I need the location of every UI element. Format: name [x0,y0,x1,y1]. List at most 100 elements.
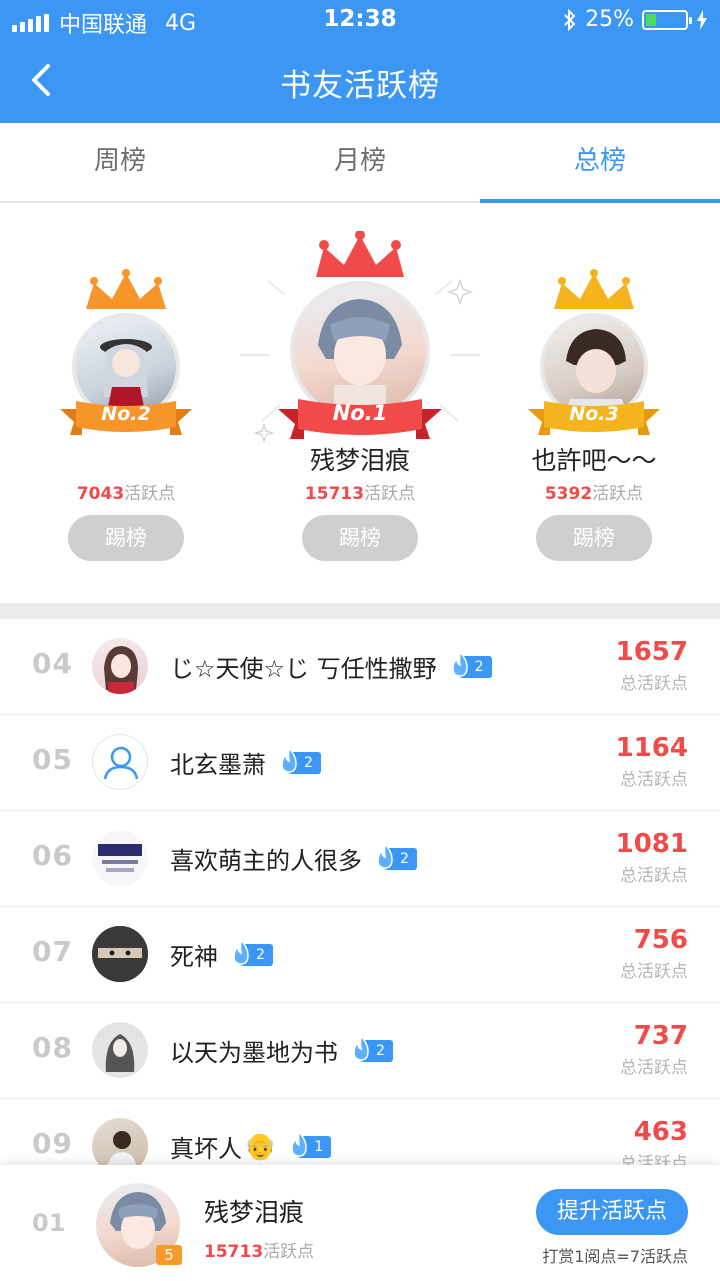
flame-icon [233,937,249,965]
my-name: 残梦泪痕 [204,1198,305,1227]
podium-name: 也許吧～～ [531,446,657,475]
row-name: 死神 2 [170,937,273,972]
row-name: じ☆天使☆じ 丂任性撒野 2 [170,649,492,684]
table-row[interactable]: 05 北玄墨萧 2 1164 总活跃点 [0,715,720,811]
charging-icon [697,9,707,30]
fan-level-badge: 5 [156,1245,182,1265]
podium-score: 15713活跃点 [304,484,416,504]
table-row[interactable]: 07 死神 2 756 总活跃点 [0,907,720,1003]
podium-first: No.1 残梦泪痕 15713活跃点 踢榜 [240,205,480,603]
level-number: 2 [474,658,484,675]
boost-note: 打赏1阅点=7活跃点 [542,1247,688,1266]
kick-button[interactable]: 踢榜 [302,515,418,561]
kick-button[interactable]: 踢榜 [68,515,184,561]
user-name: 喜欢萌主的人很多 [170,847,362,875]
row-score: 737 总活跃点 [620,1021,688,1078]
avatar[interactable] [92,734,148,790]
user-name: 北玄墨萧 [170,751,266,779]
user-name: 以天为墨地为书 [170,1039,338,1067]
avatar[interactable] [92,830,148,886]
score-label: 总活跃点 [620,770,688,790]
tab-total[interactable]: 总榜 [480,123,720,203]
podium-second: No.2 7043活跃点 踢榜 [6,205,246,603]
level-number: 2 [376,1042,385,1059]
ribbon-label: No.3 [569,403,619,425]
ink-portrait-avatar-icon [105,1034,135,1072]
score-value: 1657 [615,637,688,667]
crown-icon [86,269,166,309]
score-value: 737 [633,1021,688,1051]
ranking-list: 04 じ☆天使☆じ 丂任性撒野 2 1657 总活跃点 05 北玄墨萧 2 11… [0,619,720,1195]
tab-monthly[interactable]: 月榜 [240,123,480,201]
tab-weekly[interactable]: 周榜 [0,123,240,201]
section-divider [0,603,720,619]
ninja-avatar-icon [92,926,148,982]
level-number: 1 [314,1138,324,1155]
score-value: 1164 [615,733,688,763]
crown-icon [316,231,404,277]
table-row[interactable]: 08 以天为墨地为书 2 737 总活跃点 [0,1003,720,1099]
rank-number: 04 [32,647,73,680]
user-name: 真坏人 [170,1135,242,1163]
row-score: 756 总活跃点 [620,925,688,982]
avatar[interactable] [92,638,148,694]
status-bar: 中国联通 4G 12:38 25% [0,0,720,40]
rank-number: 07 [32,935,73,968]
table-row[interactable]: 04 じ☆天使☆じ 丂任性撒野 2 1657 总活跃点 [0,619,720,715]
score-label: 总活跃点 [620,1058,688,1078]
level-badge: 1 [291,1129,332,1158]
level-badge: 2 [281,745,321,774]
battery-percent: 25% [585,7,634,32]
podium: No.2 7043活跃点 踢榜 No.1 残梦泪痕 15713活跃点 踢榜 No… [0,205,720,603]
flame-icon [353,1033,369,1061]
row-score: 1081 总活跃点 [616,829,688,886]
kick-button[interactable]: 踢榜 [536,515,652,561]
row-name: 喜欢萌主的人很多 2 [170,841,417,876]
flame-icon [291,1129,308,1157]
battery-fill [646,13,656,26]
row-name: 以天为墨地为书 2 [170,1033,393,1068]
level-badge: 2 [451,649,492,678]
flame-icon [281,745,297,773]
boost-button[interactable]: 提升活跃点 [536,1189,688,1235]
score-label: 总活跃点 [620,962,688,982]
flame-icon [377,841,393,869]
my-score: 15713活跃点 [204,1242,315,1262]
user-name: じ☆天使☆じ 丂任性撒野 [170,655,437,683]
ribbon-label: No.1 [332,401,388,425]
user-name: 死神 [170,943,218,971]
level-number: 2 [256,946,265,963]
level-badge: 2 [353,1033,393,1062]
crown-icon [554,269,634,309]
rank-number: 08 [32,1031,73,1064]
rank-number: 06 [32,839,73,872]
level-number: 2 [400,850,409,867]
avatar[interactable] [92,1022,148,1078]
row-score: 1164 总活跃点 [616,733,688,790]
girl-avatar-icon [104,646,138,694]
tab-bar: 周榜 月榜 总榜 [0,123,720,203]
bluetooth-icon [564,8,576,31]
rank-number: 05 [32,743,73,776]
avatar[interactable] [92,926,148,982]
table-row[interactable]: 06 喜欢萌主的人很多 2 1081 总活跃点 [0,811,720,907]
score-label: 总活跃点 [620,866,688,886]
row-score: 1657 总活跃点 [616,637,688,694]
podium-name: 残梦泪痕 [309,446,410,475]
my-rank-number: 01 [32,1209,66,1237]
default-user-icon [103,746,139,780]
nav-bar: 书友活跃榜 [0,40,720,123]
my-rank-bar: 01 5 残梦泪痕 15713活跃点 提升活跃点 打赏1阅点=7活跃点 [0,1165,720,1281]
score-value: 756 [633,925,688,955]
level-number: 2 [304,754,313,771]
ribbon-label: No.2 [101,403,151,425]
score-value: 463 [633,1117,688,1147]
row-name: 真坏人 👴 1 [170,1129,332,1164]
emoji-icon: 👴 [244,1131,277,1162]
row-name: 北玄墨萧 2 [170,745,321,780]
level-badge: 2 [377,841,417,870]
podium-third: No.3 也許吧～～ 5392活跃点 踢榜 [474,205,714,603]
book-cover-avatar-icon [98,844,142,872]
page-title: 书友活跃榜 [280,68,440,104]
battery-icon [642,9,692,30]
